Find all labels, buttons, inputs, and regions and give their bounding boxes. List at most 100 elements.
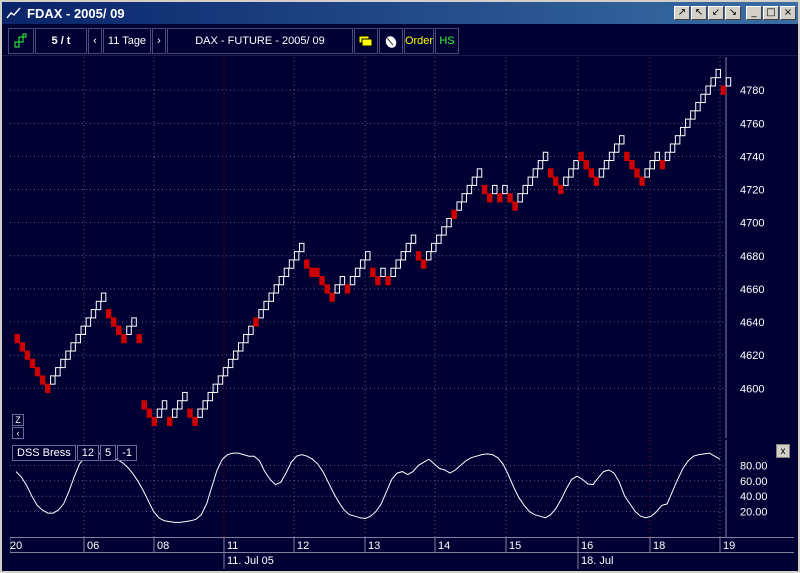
renko-brick-down bbox=[481, 184, 488, 195]
renko-brick-down bbox=[558, 184, 564, 195]
indicator-param-2[interactable]: 5 bbox=[100, 445, 117, 461]
arrange-up-left-button[interactable]: ↖ bbox=[691, 6, 707, 20]
renko-brick-down bbox=[187, 408, 193, 418]
indicator-close-button[interactable]: x bbox=[776, 444, 790, 458]
mouse-icon[interactable] bbox=[379, 27, 403, 54]
x-tick-label: 08 bbox=[157, 540, 169, 552]
renko-brick-up bbox=[238, 342, 244, 352]
hs-button[interactable]: HS bbox=[435, 27, 459, 54]
indicator-tick-label: 80.00 bbox=[740, 460, 768, 472]
range-next-button[interactable]: › bbox=[152, 27, 166, 54]
renko-brick-down bbox=[375, 275, 381, 286]
renko-brick-down bbox=[309, 267, 315, 277]
maximize-button[interactable]: □ bbox=[763, 6, 779, 20]
indicator-panel[interactable]: 80.00 60.00 40.00 20.00 DSS Bress 12 5 -1 x bbox=[10, 440, 794, 537]
renko-brick-down bbox=[105, 309, 112, 319]
renko-brick-up bbox=[476, 168, 483, 178]
range-prev-button[interactable]: ‹ bbox=[88, 27, 102, 54]
renko-brick-down bbox=[512, 201, 518, 211]
y-tick-label: 4760 bbox=[740, 118, 764, 130]
renko-brick-up bbox=[674, 135, 681, 145]
x-tick-label: 19 bbox=[723, 540, 735, 552]
renko-brick-up bbox=[598, 168, 605, 178]
window-title: FDAX - 2005/ 09 bbox=[27, 5, 125, 21]
date-label: 18. Jul bbox=[581, 555, 613, 567]
renko-brick-up bbox=[359, 259, 366, 269]
renko-brick-down bbox=[420, 259, 427, 269]
interval-selector[interactable]: 5 / t bbox=[35, 27, 87, 54]
renko-brick-up bbox=[55, 367, 61, 377]
range-selector[interactable]: 11 Tage bbox=[103, 27, 151, 54]
renko-brick-down bbox=[629, 160, 635, 170]
renko-brick-down bbox=[593, 176, 600, 186]
renko-brick-up bbox=[354, 267, 361, 277]
renko-brick-down bbox=[385, 275, 391, 286]
renko-brick-up bbox=[613, 143, 620, 153]
scroll-back-button[interactable]: ‹ bbox=[12, 427, 24, 439]
minimize-button[interactable]: _ bbox=[746, 6, 762, 20]
y-tick-label: 4660 bbox=[740, 284, 764, 296]
arrange-up-right-button[interactable]: ↗ bbox=[674, 6, 690, 20]
y-tick-label: 4680 bbox=[740, 251, 764, 263]
renko-brick-down bbox=[319, 275, 325, 286]
renko-brick-down bbox=[634, 168, 640, 178]
renko-brick-up bbox=[288, 259, 295, 269]
x-tick-label: 11 bbox=[227, 540, 238, 552]
y-tick-label: 4780 bbox=[740, 85, 764, 97]
renko-brick-up bbox=[695, 102, 701, 112]
arrange-down-right-button[interactable]: ↘ bbox=[725, 6, 741, 20]
renko-brick-down bbox=[34, 367, 41, 377]
y-tick-label: 4720 bbox=[740, 185, 764, 197]
renko-brick-up bbox=[100, 292, 107, 302]
instrument-label[interactable]: DAX - FUTURE - 2005/ 09 bbox=[167, 27, 353, 54]
renko-brick-up bbox=[527, 176, 534, 186]
renko-brick-up bbox=[664, 151, 671, 162]
chart-window: FDAX - 2005/ 09 ↗ ↖ ↙ ↘ _ □ × 5 / t ‹ 11… bbox=[0, 0, 800, 573]
renko-brick-down bbox=[329, 292, 335, 302]
arrange-down-left-button[interactable]: ↙ bbox=[708, 6, 724, 20]
indicator-param-3[interactable]: -1 bbox=[117, 445, 137, 461]
price-chart[interactable]: 4600 4620 4640 4660 4680 4700 4720 4740 4760 4780… bbox=[10, 57, 794, 439]
renko-brick-up bbox=[283, 267, 290, 277]
renko-brick-up bbox=[177, 400, 183, 410]
indicator-param-1[interactable]: 12 bbox=[76, 445, 100, 461]
renko-brick-up bbox=[212, 383, 219, 393]
zoom-button[interactable]: Z bbox=[12, 414, 24, 426]
title-bar[interactable]: FDAX - 2005/ 09 ↗ ↖ ↙ ↘ _ □ × bbox=[2, 2, 798, 24]
x-tick-label: 06 bbox=[87, 540, 99, 552]
renko-brick-up bbox=[710, 77, 716, 87]
renko-brick-up bbox=[298, 242, 305, 253]
renko-brick-up bbox=[258, 309, 264, 319]
indicator-legend[interactable]: DSS Bress 12 5 -1 bbox=[12, 445, 138, 461]
renko-brick-down bbox=[552, 176, 559, 186]
renko-brick-up bbox=[542, 151, 549, 162]
renko-brick-down bbox=[497, 193, 503, 203]
renko-brick-down bbox=[583, 160, 589, 170]
renko-brick-up bbox=[171, 408, 178, 418]
renko-brick-down bbox=[547, 168, 554, 178]
renko-brick-down bbox=[588, 168, 595, 178]
renko-brick-up bbox=[126, 325, 132, 335]
time-axis-svg: 06 08 11 12 13 14 15 16 18 19 20 11. Jul 05 18. Jul bbox=[9, 537, 794, 569]
renko-brick-up bbox=[278, 275, 285, 286]
renko-brick-up bbox=[410, 234, 417, 244]
renko-brick-up bbox=[339, 275, 346, 286]
renko-brick-up bbox=[700, 93, 706, 104]
renko-brick-down bbox=[19, 342, 26, 352]
renko-brick-up bbox=[619, 135, 625, 145]
y-tick-label: 4700 bbox=[740, 218, 764, 230]
x-tick-label: 13 bbox=[368, 540, 380, 552]
renko-brick-up bbox=[217, 375, 224, 385]
renko-icon[interactable] bbox=[8, 27, 34, 54]
renko-brick-down bbox=[720, 85, 727, 95]
indicator-name[interactable]: DSS Bress bbox=[12, 445, 76, 461]
renko-brick-down bbox=[146, 408, 153, 418]
y-tick-label: 4600 bbox=[740, 383, 764, 395]
windows-icon[interactable] bbox=[354, 27, 378, 54]
renko-brick-up bbox=[182, 391, 188, 402]
renko-brick-down bbox=[121, 333, 127, 344]
price-chart-svg: 4600 4620 4640 4660 4680 4700 4720 4740 4760 4780 bbox=[10, 57, 764, 438]
renko-brick-up bbox=[563, 176, 569, 186]
close-button[interactable]: × bbox=[780, 6, 796, 20]
order-button[interactable]: Order bbox=[404, 27, 434, 54]
